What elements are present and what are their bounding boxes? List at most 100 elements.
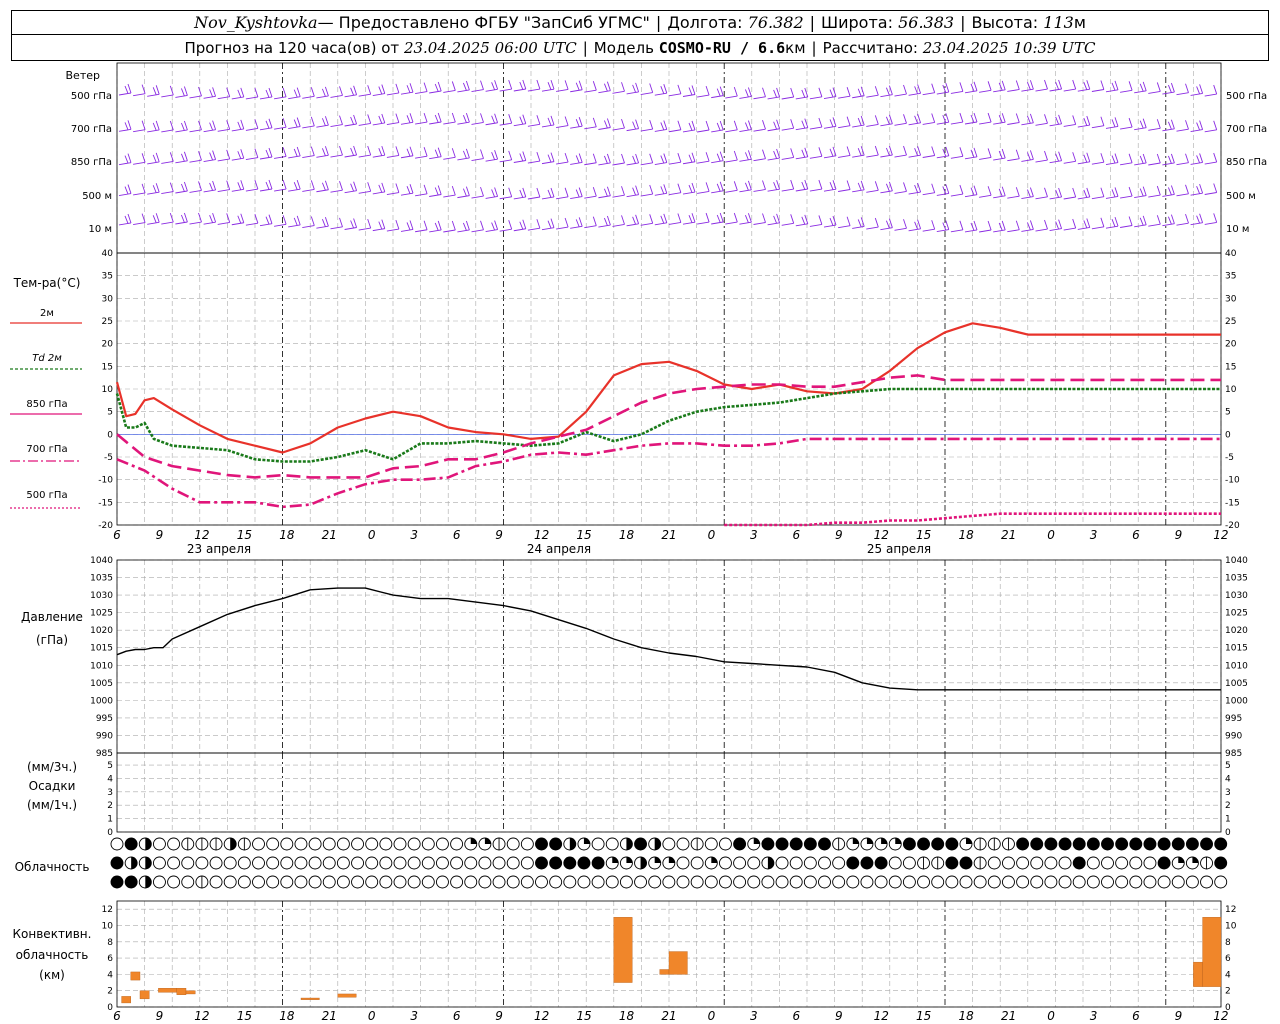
wind-barb-flag xyxy=(744,122,749,131)
wind-barb-flag xyxy=(716,183,721,192)
wind-barb-flag xyxy=(519,221,524,230)
cloud-cover-symbol xyxy=(549,837,563,851)
temp-ytick: 35 xyxy=(102,272,113,282)
wind-barb-shaft xyxy=(175,160,188,164)
wind-barb-shaft xyxy=(330,124,343,128)
wind-barb-flag xyxy=(124,122,129,131)
temp-ytick: 20 xyxy=(102,340,114,350)
wind-barb-flag xyxy=(268,179,273,190)
wind-barb-shaft xyxy=(654,129,667,132)
wind-barb-shaft xyxy=(964,121,978,125)
wind-barb-flag xyxy=(716,214,721,223)
wind-barb-flag xyxy=(547,189,552,198)
wind-barb-flag xyxy=(1167,187,1172,196)
wind-barb-flag xyxy=(209,89,214,98)
day-label: 24 апреля xyxy=(527,542,591,556)
temp-xtick: 6 xyxy=(113,528,121,542)
wind-barb-flag xyxy=(959,112,964,123)
meteogram: Ветер 500 гПа 700 гПа 850 гПа 500 м 10 м… xyxy=(10,62,1267,1023)
wind-barb-flag xyxy=(480,149,484,159)
wind-barb-shaft xyxy=(1176,222,1189,226)
pressure-ytick-right: 990 xyxy=(1225,731,1242,741)
wind-barb-shaft xyxy=(288,126,301,130)
wind-barb-flag xyxy=(409,184,414,194)
cloud-cover-symbol xyxy=(761,837,775,851)
wind-barb-flag xyxy=(465,113,470,123)
cloud-cover-symbol xyxy=(351,875,364,889)
wind-barb-flag xyxy=(860,115,865,126)
conv-cloud-bar xyxy=(130,971,141,981)
wind-barb-shaft xyxy=(725,129,738,133)
wind-barb-flag xyxy=(998,150,1003,159)
wind-barb-flag xyxy=(547,117,552,126)
pressure-ytick-right: 995 xyxy=(1225,714,1242,724)
wind-barb-flag xyxy=(1044,219,1048,230)
wind-barb-flag xyxy=(339,86,343,96)
wind-barb-shaft xyxy=(1049,123,1062,127)
wind-barb-flag xyxy=(155,120,160,131)
wind-barb-flag xyxy=(381,182,386,193)
wind-barb-flag xyxy=(773,215,778,224)
cloud-cover-symbol-quarter xyxy=(881,838,888,844)
cloud-cover-symbol xyxy=(223,875,237,889)
wind-barb-shaft xyxy=(1035,88,1048,92)
cloud-cover-symbol xyxy=(252,875,265,889)
wind-barb-flag xyxy=(987,186,992,196)
wind-level-label: 700 гПа xyxy=(71,124,112,135)
wind-barb-flag xyxy=(677,183,682,193)
cloud-cover-symbol xyxy=(308,856,322,870)
wind-barb-flag xyxy=(1213,120,1218,130)
wind-barb-flag xyxy=(423,147,428,157)
wind-barb-flag xyxy=(434,83,439,92)
wind-barb-flag xyxy=(395,146,400,156)
wind-barb-flag xyxy=(1213,183,1218,193)
wind-barb-shaft xyxy=(950,90,963,94)
wind-barb-shaft xyxy=(1176,128,1189,132)
wind-barb-shaft xyxy=(471,121,484,125)
wind-barb-flag xyxy=(1111,189,1116,198)
wind-barb-shaft xyxy=(654,162,667,165)
wind-barb-flag xyxy=(733,120,738,130)
cloud-cover-symbol-quarter xyxy=(230,838,237,844)
wind-barb-flag xyxy=(1044,187,1048,197)
wind-barb-flag xyxy=(353,218,358,228)
wind-barb-flag xyxy=(265,181,270,190)
temp-ytick-right: 40 xyxy=(1225,249,1237,259)
wind-barb-flag xyxy=(519,153,524,162)
wind-barb-flag xyxy=(1167,84,1172,93)
wind-barb-flag xyxy=(885,87,890,96)
wind-barb-flag xyxy=(691,85,696,95)
wind-barb-shaft xyxy=(1162,223,1175,227)
wind-barb-shaft xyxy=(739,221,752,225)
wind-barb-flag xyxy=(663,120,668,130)
wind-barb-flag xyxy=(324,116,329,126)
cloud-cover-symbol-quarter xyxy=(484,838,491,844)
wind-barb-flag xyxy=(1170,214,1175,224)
wind-barb-shaft xyxy=(1176,92,1189,96)
wind-barb-shaft xyxy=(118,162,132,166)
wind-barb-shaft xyxy=(908,92,921,96)
wind-barb-flag xyxy=(790,214,795,224)
wind-barb-flag xyxy=(635,82,640,93)
wind-barb-flag xyxy=(296,146,301,157)
wind-barb-shaft xyxy=(330,226,343,230)
cloud-cover-symbol xyxy=(1086,837,1100,851)
cloud-cover-symbol xyxy=(563,875,577,889)
wind-barb-flag xyxy=(268,214,273,224)
temp-ytick: -10 xyxy=(98,476,113,486)
wind-barb-flag xyxy=(494,150,499,160)
wind-barb-flag xyxy=(180,153,185,162)
wind-barb-flag xyxy=(716,122,721,131)
wind-barb-flag xyxy=(1199,120,1204,130)
conv-cloud-bar xyxy=(613,917,633,983)
wind-barb-flag xyxy=(733,86,738,97)
cloud-cover-symbol xyxy=(1157,837,1171,851)
wind-barb-shaft xyxy=(541,161,555,165)
wind-barb-shaft xyxy=(415,193,428,197)
wind-barb-flag xyxy=(406,148,411,157)
wind-barb-shaft xyxy=(541,124,555,128)
wind-barb-shaft xyxy=(1120,126,1133,130)
wind-barb-shaft xyxy=(612,90,625,94)
wind-barb-shaft xyxy=(400,121,414,125)
conv-xtick: 18 xyxy=(959,1009,975,1023)
